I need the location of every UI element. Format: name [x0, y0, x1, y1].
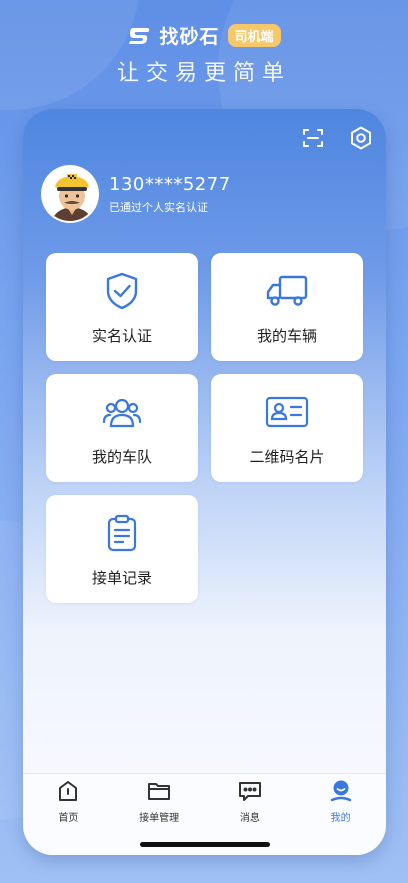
tab-home[interactable]: 首页	[23, 774, 114, 855]
team-icon	[100, 390, 144, 434]
profile-section: 130****5277 已通过个人实名认证	[41, 165, 231, 223]
tile-my-vehicles[interactable]: 我的车辆	[211, 253, 363, 361]
phone-number: 130****5277	[109, 173, 231, 195]
tab-mine[interactable]: 我的	[295, 774, 386, 855]
user-icon	[328, 778, 354, 804]
shield-check-icon	[100, 269, 144, 313]
tile-order-records[interactable]: 接单记录	[46, 495, 198, 603]
brand-header: 找砂石 司机端 让交易更简单	[0, 22, 408, 87]
header-actions	[300, 125, 374, 151]
clipboard-icon	[100, 511, 144, 555]
folder-icon	[146, 778, 172, 804]
tile-my-team[interactable]: 我的车队	[46, 374, 198, 482]
truck-icon	[265, 269, 309, 313]
home-indicator	[140, 842, 270, 847]
slogan: 让交易更简单	[116, 61, 291, 86]
tile-real-name-auth[interactable]: 实名认证	[46, 253, 198, 361]
app-screen: 130****5277 已通过个人实名认证 实名认证 我的车辆 我的车队 二维码…	[23, 109, 386, 855]
tab-label: 首页	[58, 813, 79, 824]
brand-name: 找砂石	[159, 26, 220, 48]
scan-icon[interactable]	[300, 125, 326, 151]
menu-grid: 实名认证 我的车辆 我的车队 二维码名片 接单记录	[46, 253, 363, 603]
message-icon	[237, 778, 263, 804]
home-icon	[55, 778, 81, 804]
tile-label: 我的车辆	[256, 326, 317, 345]
id-card-icon	[265, 390, 309, 434]
settings-icon[interactable]	[348, 125, 374, 151]
verification-status: 已通过个人实名认证	[109, 200, 208, 214]
tab-label: 我的	[330, 813, 351, 824]
tile-qr-card[interactable]: 二维码名片	[211, 374, 363, 482]
tab-label: 接单管理	[139, 813, 180, 824]
tile-label: 我的车队	[91, 447, 152, 466]
tile-label: 接单记录	[91, 568, 152, 587]
tile-label: 二维码名片	[249, 447, 325, 466]
brand-badge: 司机端	[227, 24, 281, 47]
tile-label: 实名认证	[91, 326, 152, 345]
brand-logo-icon	[127, 25, 153, 47]
tab-label: 消息	[239, 813, 260, 824]
avatar[interactable]	[41, 165, 99, 223]
